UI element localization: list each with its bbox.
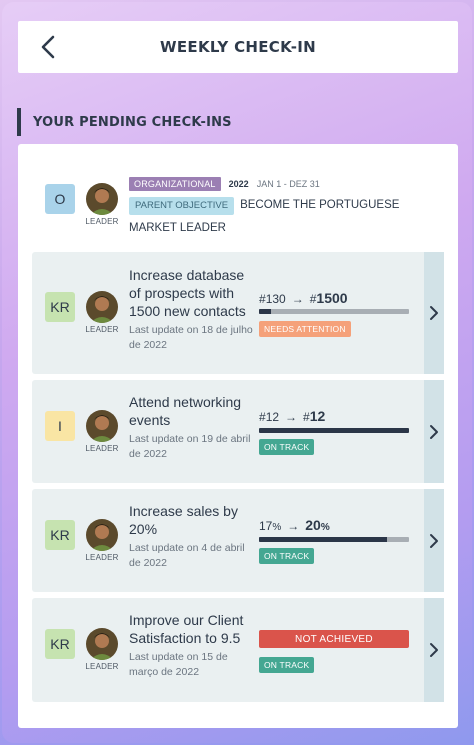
organizational-tag: ORGANIZATIONAL (129, 177, 221, 191)
status-badge: ON TRACK (259, 657, 315, 673)
status-badge: ON TRACK (259, 439, 315, 455)
from-value: 130 (265, 292, 286, 306)
checkin-card[interactable]: KR LEADER Increase sales by 20% Last upd… (32, 489, 444, 592)
page-title: WEEKLY CHECK-IN (160, 38, 316, 56)
chevron-right-icon (430, 643, 438, 657)
last-update: Last update on 19 de abril de 2022 (129, 433, 251, 460)
objective-period: JAN 1 - DEZ 31 (256, 179, 320, 189)
open-card-button[interactable] (424, 380, 444, 483)
objective-row: O LEADER ORGANIZATIONAL 2022 JAN 1 - DEZ… (18, 144, 458, 244)
progress-fill (259, 309, 271, 314)
card-leader: LEADER (82, 410, 122, 453)
open-card-button[interactable] (424, 489, 444, 592)
from-value: 12 (265, 410, 280, 424)
card-title: Increase database of prospects with 1500… (129, 267, 246, 319)
card-leader: LEADER (82, 628, 122, 671)
progress-bar (259, 537, 409, 542)
open-card-button[interactable] (424, 598, 444, 702)
chevron-right-icon (430, 306, 438, 320)
status-badge: ON TRACK (259, 548, 315, 564)
progress-fill (259, 428, 409, 433)
leader-label: LEADER (85, 325, 119, 334)
progress-metric: #130 → #1500 (259, 290, 348, 306)
chevron-left-icon (41, 35, 55, 59)
leader-label: LEADER (85, 553, 119, 562)
initiative-badge: I (45, 411, 75, 441)
section-title: YOUR PENDING CHECK-INS (17, 108, 232, 136)
from-value: 17 (259, 519, 273, 533)
from-prefix: # (259, 292, 266, 306)
arrow-right-icon: → (285, 410, 298, 424)
kr-badge: KR (45, 520, 75, 550)
objective-year: 2022 (228, 179, 249, 189)
to-value: 1500 (316, 290, 348, 306)
last-update: Last update on 4 de abril de 2022 (129, 542, 245, 569)
card-title: Improve our Client Satisfaction to 9.5 (129, 612, 244, 646)
objective-badge: O (45, 184, 75, 214)
checkin-card[interactable]: KR LEADER Improve our Client Satisfactio… (32, 598, 444, 702)
last-update: Last update on 18 de julho de 2022 (129, 324, 253, 351)
from-unit: % (272, 522, 282, 533)
status-badge: NEEDS ATTENTION (259, 321, 351, 337)
not-achieved-banner: NOT ACHIEVED (259, 630, 409, 648)
open-card-button[interactable] (424, 252, 444, 374)
progress-fill (259, 537, 387, 542)
last-update: Last update on 15 de março de 2022 (129, 651, 228, 678)
card-title: Attend networking events (129, 394, 242, 428)
leader-label: LEADER (85, 662, 119, 671)
leader-label: LEADER (85, 444, 119, 453)
card-leader: LEADER (82, 291, 122, 334)
to-value: 12 (309, 408, 326, 424)
from-prefix: # (259, 410, 266, 424)
to-prefix: # (309, 292, 317, 306)
to-unit: % (320, 522, 330, 533)
progress-metric: 17% → 20% (259, 517, 330, 533)
card-title: Increase sales by 20% (129, 503, 238, 537)
arrow-right-icon: → (291, 292, 304, 306)
objective-leader: LEADER (82, 183, 122, 226)
checkin-card[interactable]: KR LEADER Increase database of prospects… (32, 252, 444, 374)
leader-label: LEADER (85, 217, 119, 226)
chevron-right-icon (430, 533, 438, 548)
parent-objective-tag: PARENT OBJECTIVE (129, 197, 235, 215)
app-frame: WEEKLY CHECK-IN YOUR PENDING CHECK-INS O… (2, 2, 472, 743)
back-button[interactable] (34, 33, 62, 61)
top-bar: WEEKLY CHECK-IN (18, 21, 458, 73)
objective-title-line: PARENT OBJECTIVE BECOME THE PORTUGUESE MA… (129, 194, 449, 240)
progress-bar (259, 309, 409, 314)
avatar (86, 410, 118, 442)
objective-tags: ORGANIZATIONAL 2022 JAN 1 - DEZ 31 (129, 177, 320, 191)
kr-badge: KR (45, 292, 75, 322)
avatar (86, 291, 118, 323)
avatar (86, 628, 118, 660)
checkin-card[interactable]: I LEADER Attend networking events Last u… (32, 380, 444, 483)
card-leader: LEADER (82, 519, 122, 562)
avatar (86, 183, 118, 215)
avatar (86, 519, 118, 551)
chevron-right-icon (430, 424, 438, 439)
to-value: 20 (305, 517, 321, 533)
to-prefix: # (303, 410, 310, 424)
checkins-panel: O LEADER ORGANIZATIONAL 2022 JAN 1 - DEZ… (18, 144, 458, 728)
arrow-right-icon: → (287, 519, 300, 533)
progress-metric: #12 → #12 (259, 408, 325, 424)
kr-badge: KR (45, 629, 75, 659)
progress-bar (259, 428, 409, 433)
